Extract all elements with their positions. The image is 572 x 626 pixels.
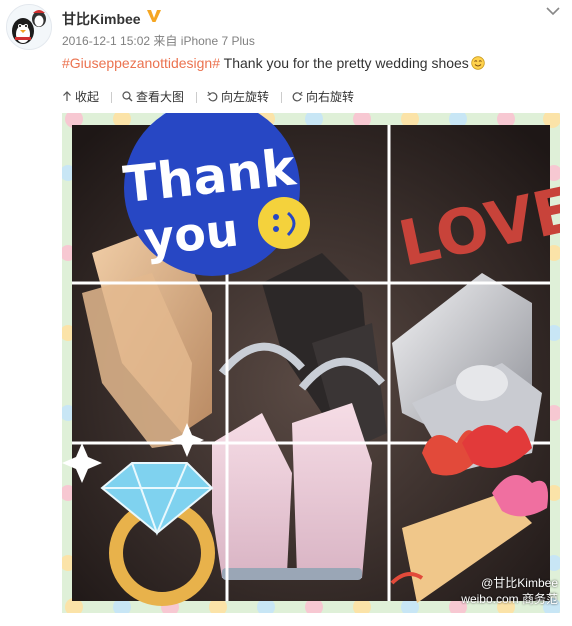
sandal-platform (222, 568, 362, 580)
smiley-sticker-icon (258, 197, 310, 249)
toolbar-divider (281, 92, 283, 103)
post-meta: 2016-12-1 15:02 来自 iPhone 7 Plus (62, 32, 255, 49)
watermark: @甘比Kimbee weibo.com 商务范 (461, 575, 558, 607)
smile-emoji-icon (471, 56, 485, 70)
watermark-site: weibo.com (461, 592, 519, 606)
post-image[interactable]: Thank you LOVE (60, 100, 572, 616)
wedding-shoes-photo: Thank you LOVE (60, 100, 572, 616)
sticker-you-text: you (141, 202, 240, 266)
rotate-left-icon (207, 91, 218, 102)
watermark-handle: @甘比Kimbee (481, 576, 558, 590)
view-large-button[interactable]: 查看大图 (122, 88, 184, 105)
rotate-right-label: 向右旋转 (306, 90, 355, 104)
toolbar-divider (111, 92, 113, 103)
silver-pump-inner (456, 365, 508, 401)
rotate-right-icon (292, 91, 303, 102)
rotate-left-button[interactable]: 向左旋转 (207, 88, 269, 105)
username[interactable]: 甘比Kimbee (62, 9, 141, 29)
rotate-right-button[interactable]: 向右旋转 (292, 88, 354, 105)
source-device[interactable]: iPhone 7 Plus (181, 34, 255, 48)
toolbar-divider (196, 92, 198, 103)
view-large-label: 查看大图 (136, 90, 185, 104)
post-text: #Giuseppezanottidesign# Thank you for th… (62, 55, 485, 71)
image-toolbar: 收起 查看大图 向左旋转 向右旋转 (62, 88, 366, 105)
timestamp[interactable]: 2016-12-1 15:02 (62, 34, 150, 48)
arrow-up-icon (63, 91, 71, 101)
source-prefix: 来自 (153, 34, 178, 48)
collapse-label: 收起 (75, 90, 100, 104)
post-body: Thank you for the pretty wedding shoes (220, 55, 469, 71)
penguin-avatar-icon (7, 5, 51, 49)
hashtag-link[interactable]: #Giuseppezanottidesign# (62, 55, 220, 71)
verified-badge-icon (147, 10, 161, 22)
watermark-account: 商务范 (521, 592, 558, 606)
magnifier-icon (122, 91, 133, 102)
collapse-button[interactable]: 收起 (62, 88, 99, 105)
avatar[interactable] (6, 4, 52, 50)
rotate-left-label: 向左旋转 (221, 90, 270, 104)
pink-sandal-2 (292, 403, 372, 578)
chevron-down-icon[interactable] (546, 6, 560, 16)
